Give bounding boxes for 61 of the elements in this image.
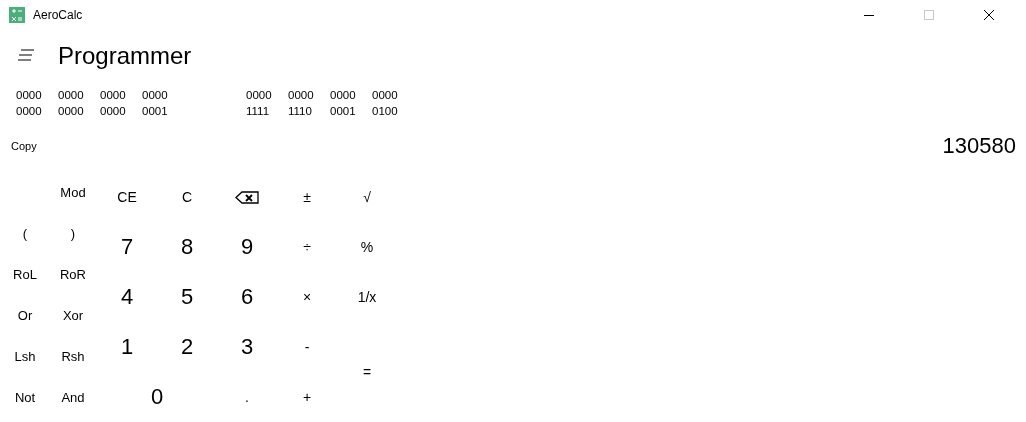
operator-key[interactable]: √ [363,189,371,205]
digit-key[interactable]: 4 [120,284,134,310]
binary-digit-group: 0000 [100,104,142,118]
operator-key[interactable]: RoR [60,267,86,282]
calculator-icon [9,7,25,23]
operator-key[interactable]: Xor [62,308,84,323]
operator-key[interactable]: ÷ [303,239,311,255]
binary-digit-group: 0000 [372,88,414,102]
digit-key[interactable]: 5 [180,284,194,310]
binary-digit-group: 0000 [246,88,288,102]
operator-key[interactable]: Not [14,390,36,405]
operator-key[interactable]: Lsh [14,349,36,364]
operator-key[interactable]: . [245,389,249,405]
backspace-key[interactable] [235,190,259,204]
operator-key[interactable]: + [302,389,312,405]
operator-key[interactable]: RoL [13,267,37,282]
operator-key[interactable]: % [360,239,374,255]
operator-key[interactable]: Rsh [61,349,85,364]
maximize-icon [924,10,934,20]
binary-digit-group: 1111 [246,104,288,118]
digit-key[interactable]: 9 [240,234,254,260]
operator-key[interactable]: - [304,339,310,355]
mode-title: Programmer [58,42,192,70]
operator-key[interactable]: ± [303,189,311,205]
binary-digit-group: 0000 [16,88,58,102]
digit-key[interactable]: 1 [120,334,134,360]
operator-key[interactable]: Or [17,308,33,323]
binary-digit-group: 0000 [142,88,184,102]
menu-button[interactable] [16,49,36,63]
digit-key[interactable]: 2 [180,334,194,360]
binary-digit-group: 0000 [100,88,142,102]
digit-key[interactable]: 6 [240,284,254,310]
minimize-icon [864,14,874,16]
operator-key[interactable]: Mod [60,185,86,200]
close-icon [984,10,994,20]
binary-digit-group: 1110 [288,104,330,118]
binary-digit-group: 0000 [288,88,330,102]
binary-digit-group: 0000 [330,88,372,102]
operator-key[interactable]: × [302,289,312,305]
binary-digit-group: 0000 [58,104,100,118]
backspace-icon [235,190,259,204]
display-value: 130580 [942,133,1016,159]
equals-key[interactable]: = [362,364,372,380]
operator-key[interactable]: 1/x [357,289,377,305]
operator-key[interactable]: C [181,189,193,205]
operator-key[interactable]: CE [117,189,137,205]
digit-key[interactable]: 0 [150,384,164,410]
digit-key[interactable]: 8 [180,234,194,260]
copy-button[interactable]: Copy [11,140,37,152]
binary-digit-group: 0100 [372,104,414,118]
binary-digit-group: 0001 [142,104,184,118]
digit-key[interactable]: 3 [240,334,254,360]
operator-key[interactable]: ) [70,226,76,241]
window-title: AeroCalc [33,8,84,22]
digit-key[interactable]: 7 [120,234,134,260]
binary-digit-group: 0001 [330,104,372,118]
operator-key[interactable]: ( [22,226,28,241]
binary-digit-group: 0000 [58,88,100,102]
operator-key[interactable]: And [61,390,85,405]
binary-digit-group: 0000 [16,104,58,118]
menu-icon [17,49,35,61]
